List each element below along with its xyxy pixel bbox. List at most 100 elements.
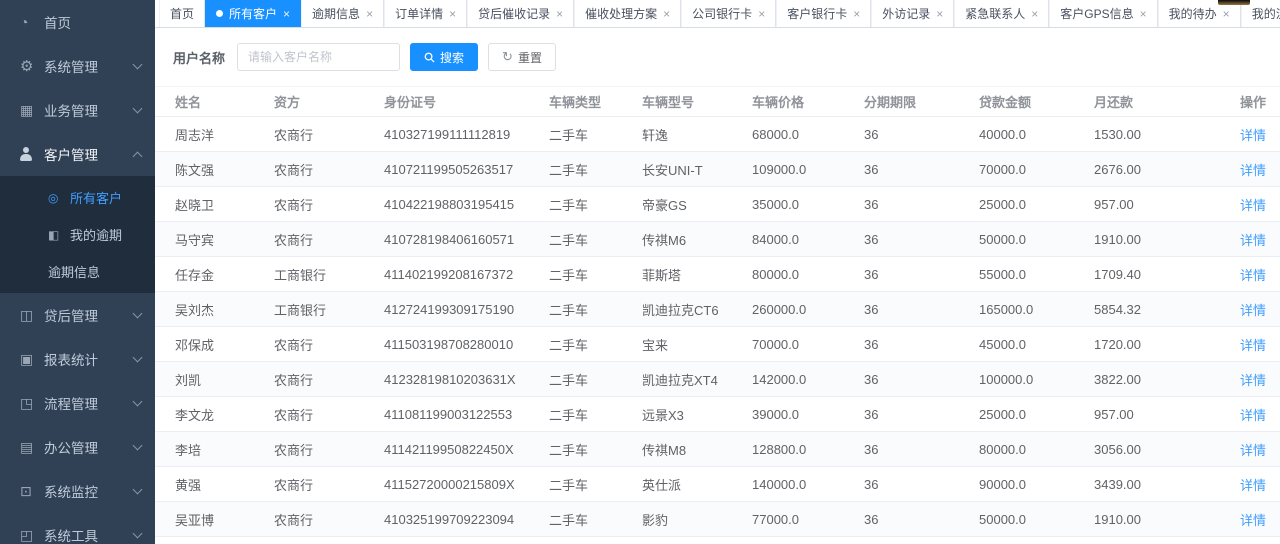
flow-icon — [20, 395, 44, 412]
tab[interactable]: 首页 — [159, 0, 205, 27]
table-row: 周志洋 农商行 410327199111112819 二手车 轩逸 68000.… — [155, 117, 1280, 152]
cell-funder: 工商银行 — [270, 292, 380, 327]
chevron-down-icon — [133, 151, 143, 161]
cell-vehicle-price: 68000.0 — [748, 117, 860, 152]
cell-loan-amount: 45000.0 — [975, 327, 1090, 362]
cell-funder: 工商银行 — [270, 537, 380, 544]
sidebar: 首页 系统管理 — [0, 0, 155, 544]
close-icon[interactable]: × — [556, 8, 563, 20]
close-icon[interactable]: × — [449, 8, 456, 20]
cell-funder: 农商行 — [270, 187, 380, 222]
cell-loan-amount: 25000.0 — [975, 187, 1090, 222]
tab[interactable]: 催收处理方案 × — [574, 0, 681, 27]
sidebar-item[interactable]: 办公管理 — [0, 425, 155, 469]
tab[interactable]: 紧急联系人 × — [954, 0, 1049, 27]
tab[interactable]: 逾期信息 × — [301, 0, 384, 27]
detail-link[interactable]: 详情 — [1240, 408, 1266, 423]
search-form: 用户名称 搜索 ↻ 重置 — [155, 28, 1280, 86]
active-dot-icon — [216, 10, 223, 17]
cell-loan-amount: 25000.0 — [975, 397, 1090, 432]
cell-vehicle-price: 35000.0 — [748, 187, 860, 222]
sidebar-item[interactable]: 系统工具 — [0, 513, 155, 544]
sidebar-item-label: 客户管理 — [44, 144, 134, 164]
chevron-down-icon — [133, 353, 143, 363]
sidebar-subitem[interactable]: 逾期信息 — [0, 253, 155, 290]
close-icon[interactable]: × — [758, 8, 765, 20]
sidebar-subitem[interactable]: 所有客户 — [0, 179, 155, 216]
close-icon[interactable]: × — [1223, 8, 1230, 20]
cell-id-number: 411503198708280010 — [380, 327, 545, 362]
reset-button[interactable]: ↻ 重置 — [488, 43, 556, 71]
detail-link[interactable]: 详情 — [1240, 338, 1266, 353]
close-icon[interactable]: × — [283, 8, 290, 20]
sidebar-item[interactable]: 贷后管理 — [0, 293, 155, 337]
close-icon[interactable]: × — [1031, 8, 1038, 20]
chevron-down-icon — [133, 397, 143, 407]
refresh-icon: ↻ — [502, 49, 513, 65]
tab[interactable]: 所有客户 × — [205, 0, 301, 27]
cell-name: 黄强 — [155, 467, 270, 502]
tab-label: 逾期信息 — [312, 5, 360, 22]
cell-monthly-payment: 957.00 — [1090, 187, 1208, 222]
cell-vehicle-model: 影豹 — [638, 502, 748, 537]
sidebar-item[interactable]: 业务管理 — [0, 88, 155, 132]
close-icon[interactable]: × — [663, 8, 670, 20]
sidebar-item[interactable]: 客户管理 — [0, 132, 155, 176]
detail-link[interactable]: 详情 — [1240, 128, 1266, 143]
cell-vehicle-type: 二手车 — [545, 117, 638, 152]
detail-link[interactable]: 详情 — [1240, 478, 1266, 493]
tab-label: 外访记录 — [882, 5, 930, 22]
detail-link[interactable]: 详情 — [1240, 303, 1266, 318]
tab[interactable]: 贷后催收记录 × — [467, 0, 574, 27]
table-row: 陈文强 农商行 410721199505263517 二手车 长安UNI-T 1… — [155, 152, 1280, 187]
search-button[interactable]: 搜索 — [410, 43, 478, 71]
sidebar-item[interactable]: 系统监控 — [0, 469, 155, 513]
chevron-down-icon — [133, 309, 143, 319]
detail-link[interactable]: 详情 — [1240, 513, 1266, 528]
table-row: 刘凯 农商行 41232819810203631X 二手车 凯迪拉克XT4 14… — [155, 362, 1280, 397]
sidebar-item[interactable]: 系统管理 — [0, 44, 155, 88]
sidebar-item[interactable]: 流程管理 — [0, 381, 155, 425]
sidebar-item[interactable]: 首页 — [0, 0, 155, 44]
detail-link[interactable]: 详情 — [1240, 163, 1266, 178]
cell-vehicle-price: 128800.0 — [748, 432, 860, 467]
customer-name-input[interactable] — [237, 43, 400, 71]
close-icon[interactable]: × — [936, 8, 943, 20]
cell-monthly-payment: 3056.00 — [1090, 432, 1208, 467]
sidebar-item-label: 办公管理 — [44, 437, 134, 457]
table-row: 邓保成 农商行 411503198708280010 二手车 宝来 70000.… — [155, 327, 1280, 362]
close-icon[interactable]: × — [1140, 8, 1147, 20]
cell-name: 陈文强 — [155, 152, 270, 187]
cell-monthly-payment: 2676.00 — [1090, 152, 1208, 187]
cell-vehicle-price: 65000.0 — [748, 537, 860, 544]
detail-link[interactable]: 详情 — [1240, 198, 1266, 213]
cell-loan-amount: 165000.0 — [975, 292, 1090, 327]
column-header: 月还款 — [1090, 87, 1208, 117]
tab[interactable]: 客户GPS信息 × — [1049, 0, 1157, 27]
tab-bar: 首页 所有客户 × 逾期信息 × 订单详情 — [155, 0, 1280, 28]
sidebar-item-label: 系统监控 — [44, 481, 134, 501]
tab[interactable]: 公司银行卡 × — [681, 0, 776, 27]
cell-monthly-payment: 3439.00 — [1090, 467, 1208, 502]
sidebar-item[interactable]: 报表统计 — [0, 337, 155, 381]
detail-link[interactable]: 详情 — [1240, 268, 1266, 283]
cell-term: 36 — [860, 397, 975, 432]
cell-loan-amount: 50000.0 — [975, 502, 1090, 537]
sidebar-subitem[interactable]: 我的逾期 — [0, 216, 155, 253]
cell-vehicle-price: 109000.0 — [748, 152, 860, 187]
detail-link[interactable]: 详情 — [1240, 443, 1266, 458]
dashboard-icon — [20, 14, 44, 30]
close-icon[interactable]: × — [853, 8, 860, 20]
cell-name: 马守宾 — [155, 222, 270, 257]
tab[interactable]: 客户银行卡 × — [776, 0, 871, 27]
tab[interactable]: 订单详情 × — [384, 0, 467, 27]
detail-link[interactable]: 详情 — [1240, 233, 1266, 248]
sidebar-group: 客户管理 所有客户 我的逾期 — [0, 132, 155, 293]
detail-link[interactable]: 详情 — [1240, 373, 1266, 388]
cell-loan-amount: 40000.0 — [975, 117, 1090, 152]
close-icon[interactable]: × — [366, 8, 373, 20]
sidebar-group: 贷后管理 — [0, 293, 155, 337]
cell-id-number: 41142119950822450X — [380, 432, 545, 467]
tab[interactable]: 外访记录 × — [871, 0, 954, 27]
cell-vehicle-type: 二手车 — [545, 467, 638, 502]
